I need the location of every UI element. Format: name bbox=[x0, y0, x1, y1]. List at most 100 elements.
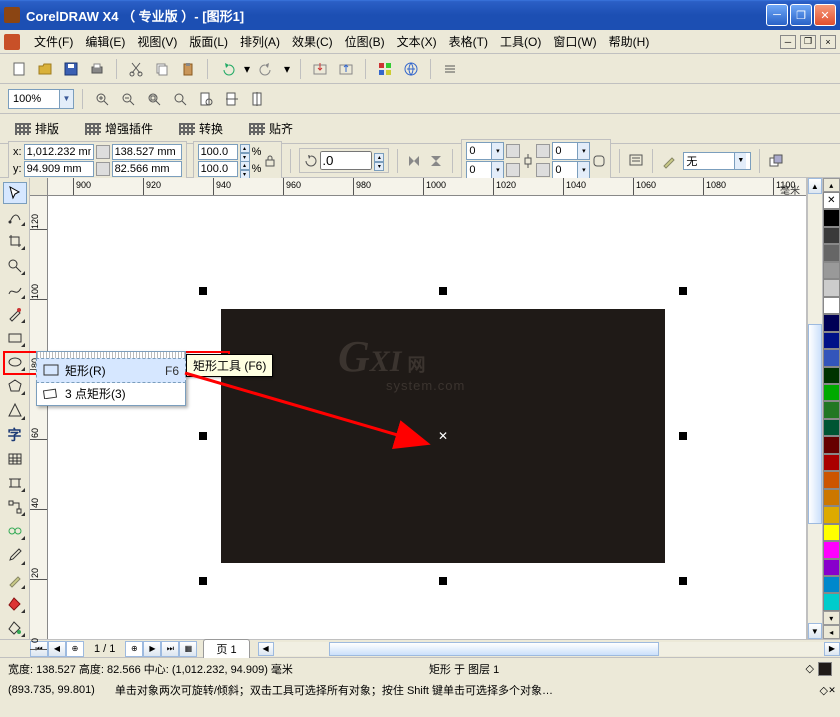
crop-tool[interactable] bbox=[3, 230, 27, 252]
copy-button[interactable] bbox=[151, 58, 173, 80]
interactive-blend-tool[interactable] bbox=[3, 520, 27, 542]
zoom-dropdown[interactable]: ▼ bbox=[8, 89, 74, 109]
color-swatch[interactable] bbox=[823, 506, 840, 523]
color-swatch[interactable] bbox=[823, 209, 840, 226]
corner4-input[interactable] bbox=[553, 164, 577, 176]
resize-handle-tc[interactable] bbox=[439, 287, 447, 295]
new-button[interactable] bbox=[8, 58, 30, 80]
freehand-tool[interactable] bbox=[3, 279, 27, 301]
flyout-rectangle-item[interactable]: 矩形(R) F6 bbox=[36, 358, 186, 383]
text-tool[interactable]: 字 bbox=[3, 424, 27, 446]
scroll-right-button[interactable]: ▶ bbox=[824, 642, 840, 656]
doc-close-button[interactable]: × bbox=[820, 35, 836, 49]
width-input[interactable] bbox=[112, 144, 182, 160]
outline-width-dropdown[interactable]: ▼ bbox=[683, 152, 751, 170]
link-corners-button[interactable] bbox=[522, 150, 534, 172]
ruler-origin[interactable] bbox=[30, 178, 48, 196]
color-swatch[interactable] bbox=[823, 524, 840, 541]
resize-handle-bl[interactable] bbox=[199, 577, 207, 585]
undo-button[interactable] bbox=[216, 58, 238, 80]
menu-tools[interactable]: 工具(O) bbox=[494, 30, 547, 53]
color-swatch[interactable] bbox=[823, 367, 840, 384]
x-position-input[interactable] bbox=[24, 144, 94, 160]
zoom-input[interactable] bbox=[9, 93, 59, 105]
resize-handle-bc[interactable] bbox=[439, 577, 447, 585]
scale-y-input[interactable] bbox=[198, 161, 238, 177]
paste-button[interactable] bbox=[177, 58, 199, 80]
flyout-3pt-rectangle-item[interactable]: 3 点矩形(3) bbox=[37, 382, 185, 405]
plugin-convert-button[interactable]: 转换 bbox=[172, 116, 230, 141]
add-page-after-button[interactable]: ⊕ bbox=[125, 641, 143, 657]
menu-effects[interactable]: 效果(C) bbox=[286, 30, 339, 53]
color-swatch[interactable] bbox=[823, 489, 840, 506]
color-swatch[interactable] bbox=[823, 419, 840, 436]
plugin-enhance-button[interactable]: 增强插件 bbox=[78, 116, 160, 141]
zoom-width-button[interactable] bbox=[221, 88, 243, 110]
rotation-input[interactable] bbox=[320, 151, 372, 170]
palette-flyout-button[interactable]: ◂ bbox=[823, 625, 840, 639]
cut-button[interactable] bbox=[125, 58, 147, 80]
open-button[interactable] bbox=[34, 58, 56, 80]
color-swatch[interactable] bbox=[823, 192, 840, 209]
color-swatch[interactable] bbox=[823, 332, 840, 349]
resize-handle-tl[interactable] bbox=[199, 287, 207, 295]
color-swatch[interactable] bbox=[823, 297, 840, 314]
rectangle-tool[interactable] bbox=[3, 327, 27, 349]
interactive-fill-tool[interactable] bbox=[3, 617, 27, 639]
menu-table[interactable]: 表格(T) bbox=[443, 30, 494, 53]
palette-up-button[interactable]: ▴ bbox=[823, 178, 840, 192]
outline-tool[interactable] bbox=[3, 569, 27, 591]
zoom-in-button[interactable] bbox=[91, 88, 113, 110]
color-swatch[interactable] bbox=[823, 314, 840, 331]
close-button[interactable]: ✕ bbox=[814, 4, 836, 26]
color-swatch[interactable] bbox=[823, 384, 840, 401]
color-swatch[interactable] bbox=[823, 576, 840, 593]
zoom-out-button[interactable] bbox=[117, 88, 139, 110]
vertical-ruler[interactable]: 120 100 80 60 40 20 0 bbox=[30, 196, 48, 639]
polygon-tool[interactable] bbox=[3, 375, 27, 397]
zoom-dropdown-arrow[interactable]: ▼ bbox=[59, 90, 73, 108]
color-swatch[interactable] bbox=[823, 454, 840, 471]
to-front-button[interactable] bbox=[768, 153, 784, 169]
app-launcher-button[interactable] bbox=[374, 58, 396, 80]
canvas[interactable]: ✕ GXI网 system.com bbox=[48, 196, 806, 639]
color-swatch[interactable] bbox=[823, 541, 840, 558]
welcome-button[interactable] bbox=[400, 58, 422, 80]
undo-dropdown[interactable]: ▾ bbox=[242, 58, 252, 80]
mirror-h-button[interactable] bbox=[406, 153, 422, 169]
menu-edit[interactable]: 编辑(E) bbox=[79, 30, 131, 53]
flyout-drag-handle[interactable] bbox=[37, 352, 185, 358]
menu-layout[interactable]: 版面(L) bbox=[183, 30, 234, 53]
menu-help[interactable]: 帮助(H) bbox=[603, 30, 656, 53]
add-page-before-button[interactable]: ⊕ bbox=[66, 641, 84, 657]
color-swatch[interactable] bbox=[823, 227, 840, 244]
maximize-button[interactable]: ❐ bbox=[790, 4, 812, 26]
color-swatch[interactable] bbox=[823, 244, 840, 261]
scroll-track[interactable] bbox=[808, 194, 822, 623]
menu-arrange[interactable]: 排列(A) bbox=[234, 30, 286, 53]
resize-handle-tr[interactable] bbox=[679, 287, 687, 295]
smart-fill-tool[interactable] bbox=[3, 303, 27, 325]
scroll-down-button[interactable]: ▼ bbox=[808, 623, 822, 639]
zoom-all-button[interactable] bbox=[169, 88, 191, 110]
lock-ratio-button[interactable] bbox=[263, 154, 277, 168]
scroll-thumb[interactable] bbox=[808, 324, 822, 524]
height-input[interactable] bbox=[112, 161, 182, 177]
zoom-height-button[interactable] bbox=[247, 88, 269, 110]
import-button[interactable] bbox=[309, 58, 331, 80]
corner-type-button[interactable] bbox=[592, 154, 606, 168]
doc-restore-button[interactable]: ❐ bbox=[800, 35, 816, 49]
shape-tool[interactable] bbox=[3, 206, 27, 228]
print-button[interactable] bbox=[86, 58, 108, 80]
color-swatch[interactable] bbox=[823, 593, 840, 610]
zoom-selection-button[interactable] bbox=[143, 88, 165, 110]
resize-handle-ml[interactable] bbox=[199, 432, 207, 440]
palette-down-button[interactable]: ▾ bbox=[823, 611, 840, 625]
page-sorter-button[interactable]: ▦ bbox=[179, 641, 197, 657]
scroll-left-button[interactable]: ◀ bbox=[258, 642, 274, 656]
zoom-tool[interactable] bbox=[3, 254, 27, 276]
fill-swatch[interactable] bbox=[818, 662, 832, 676]
mirror-v-button[interactable] bbox=[428, 153, 444, 169]
redo-dropdown[interactable]: ▾ bbox=[282, 58, 292, 80]
resize-handle-mr[interactable] bbox=[679, 432, 687, 440]
